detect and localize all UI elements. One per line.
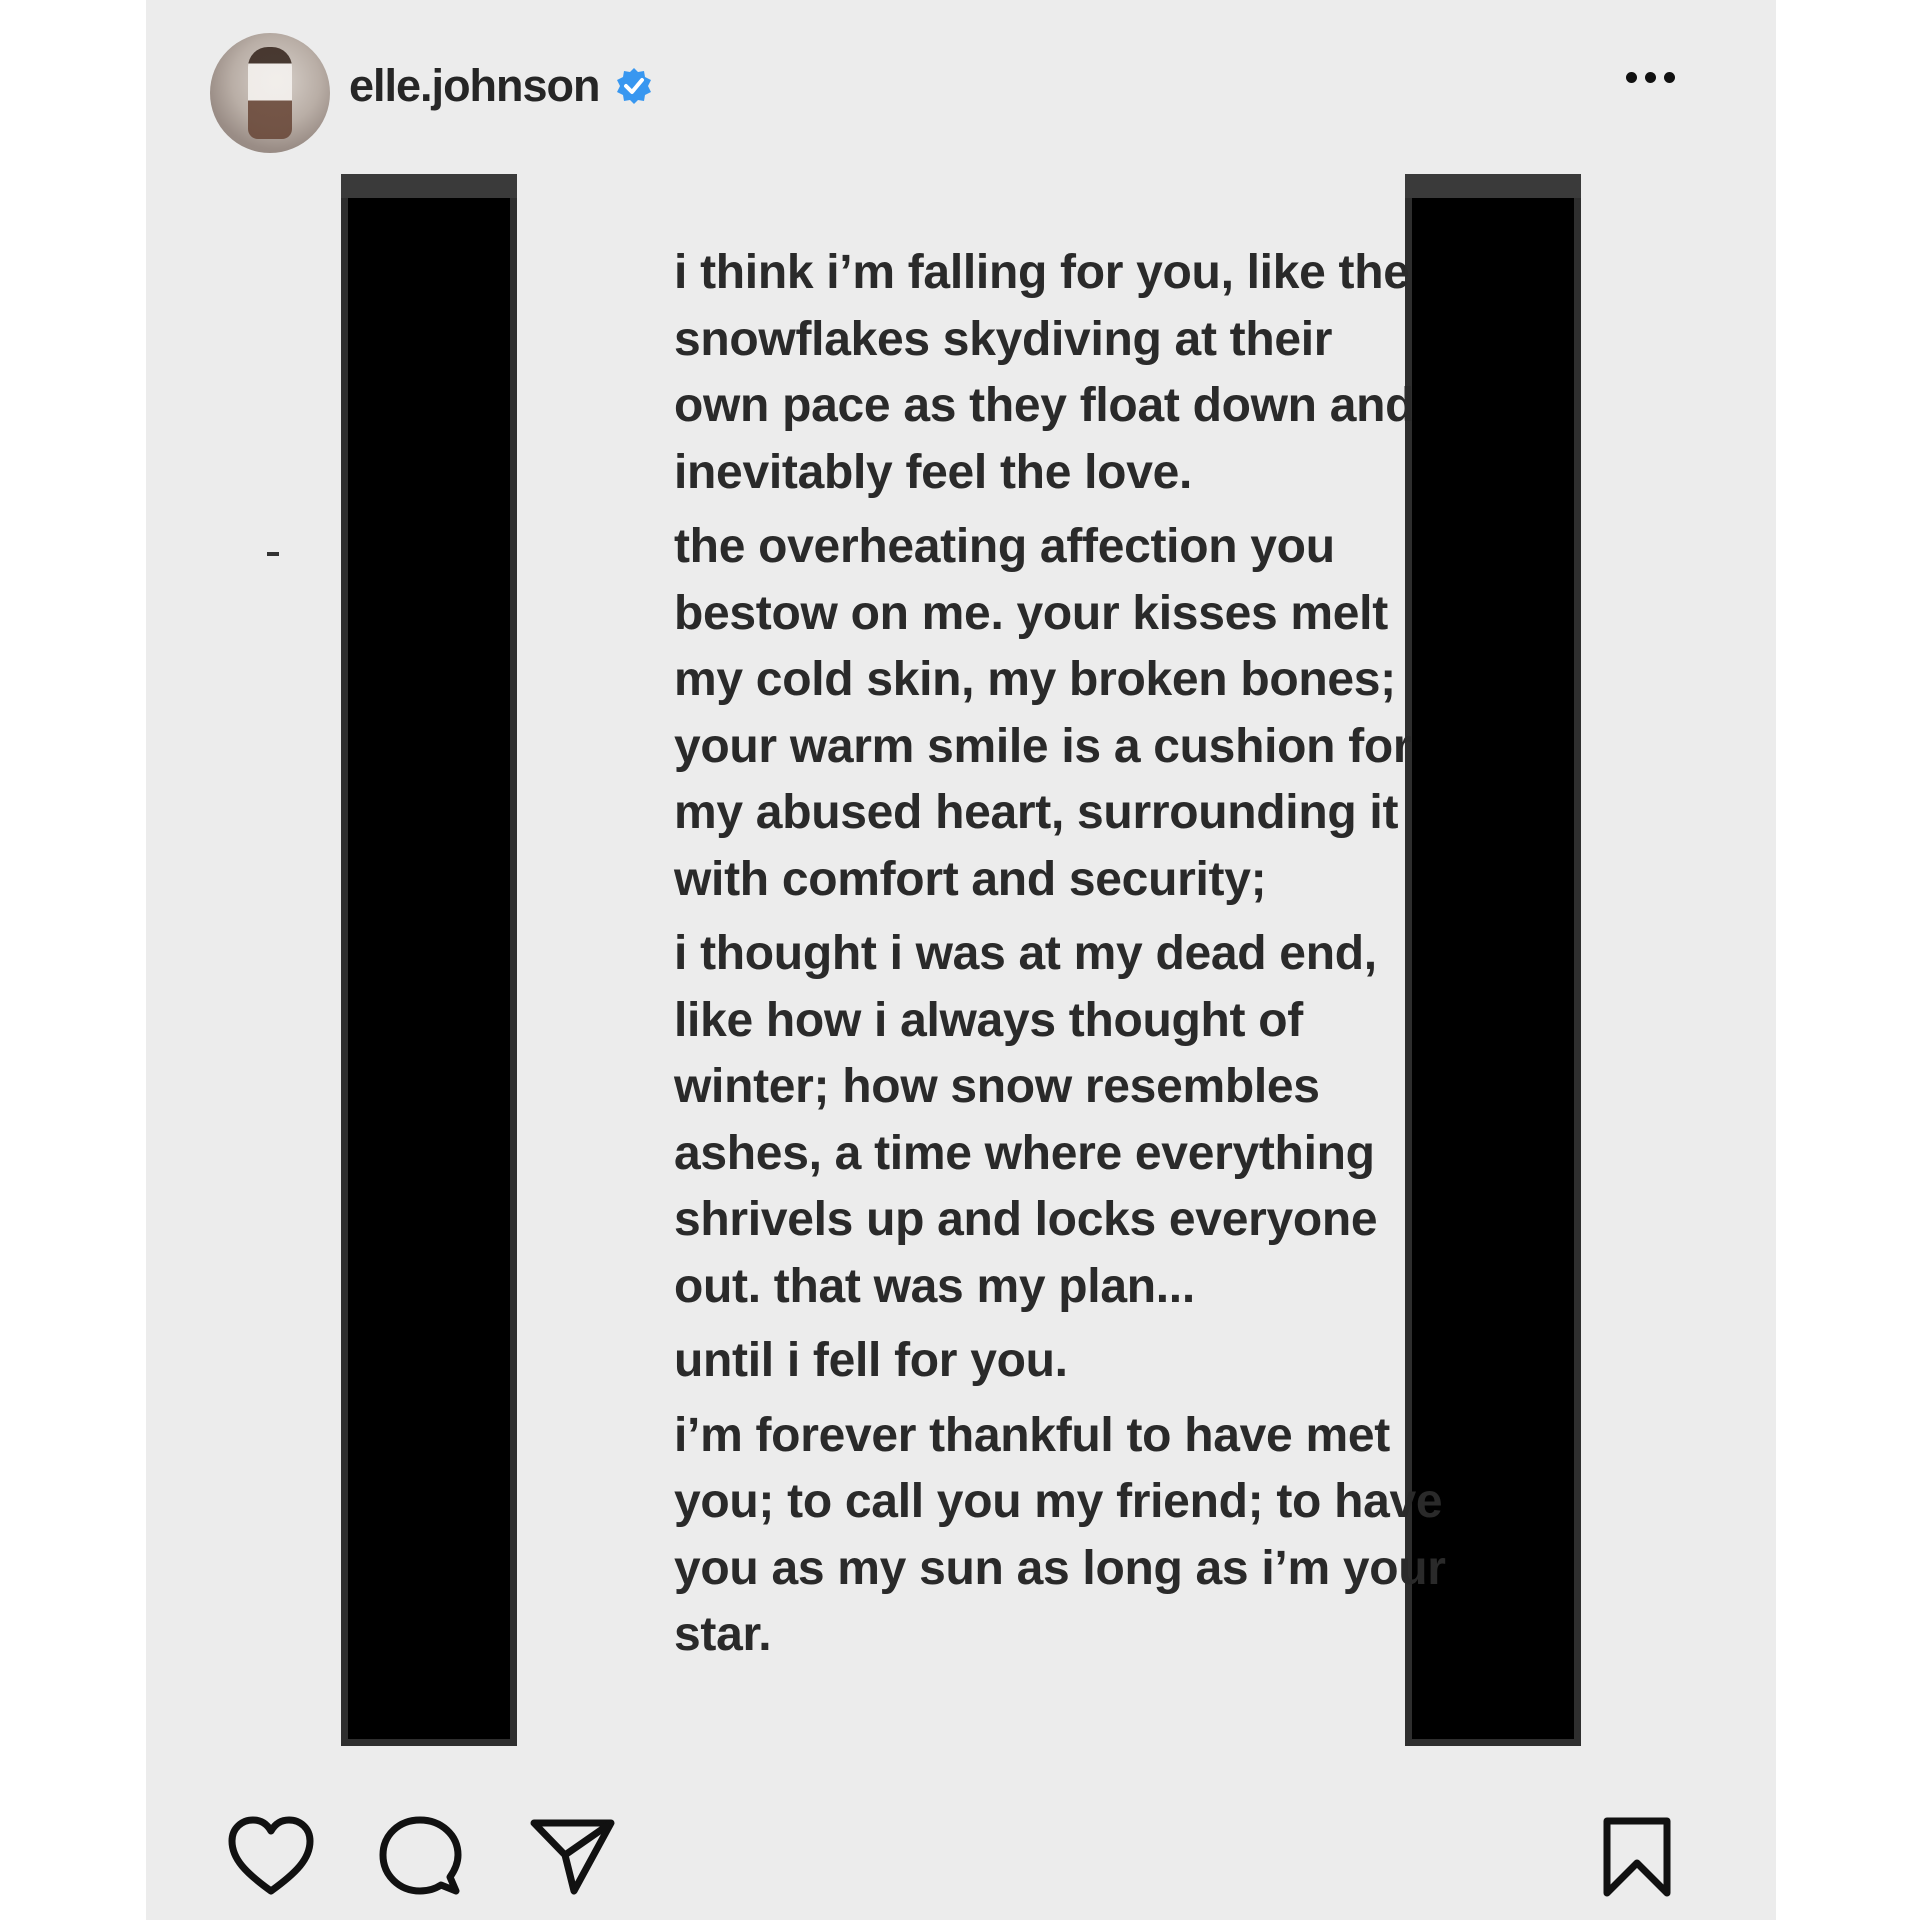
avatar[interactable] <box>210 33 330 153</box>
poem-line: the overheating affection you <box>674 520 1335 573</box>
poem-paragraph: i thought i was at my dead end, like how… <box>674 921 1404 1320</box>
left-black-bar <box>341 174 517 1746</box>
poem-paragraph: the overheating affection you bestow on … <box>674 514 1412 913</box>
comment-icon[interactable] <box>378 1815 462 1899</box>
poem-line: my cold skin, my broken bones; <box>674 653 1396 706</box>
poem-line: until i fell for you. <box>674 1334 1068 1387</box>
poem-line: inevitably feel the love. <box>674 445 1193 499</box>
poem-text: i think i’m falling for you, like the sn… <box>674 240 1446 1677</box>
poem-line: snowflakes skydiving at their <box>674 312 1333 366</box>
poem-line: like how i always thought of <box>674 993 1303 1047</box>
poem-line: i’m forever thankful to have met <box>674 1408 1390 1462</box>
poem-line: star. <box>674 1608 772 1661</box>
share-icon[interactable] <box>529 1815 617 1899</box>
post-card: elle.johnson i think i’m falling for you… <box>146 0 1776 1920</box>
poem-paragraph: i think i’m falling for you, like the sn… <box>674 240 1415 506</box>
poem-line: you as my sun as long as i’m your <box>674 1541 1446 1595</box>
poem-paragraph: i’m forever thankful to have met you; to… <box>674 1403 1446 1669</box>
username-link[interactable]: elle.johnson <box>349 60 601 112</box>
username-row: elle.johnson <box>349 60 654 112</box>
post-image[interactable]: i think i’m falling for you, like the sn… <box>341 174 1581 1746</box>
more-options-icon[interactable] <box>1626 72 1675 83</box>
post-header: elle.johnson <box>146 0 1776 170</box>
poem-line: winter; how snow resembles <box>674 1060 1320 1113</box>
poem-line: ashes, a time where everything <box>674 1126 1375 1180</box>
poem-line: out. that was my plan... <box>674 1259 1195 1313</box>
avatar-photo <box>248 47 292 139</box>
poem-line: own pace as they float down and <box>674 379 1415 432</box>
decorative-mark <box>267 552 279 556</box>
poem-line: my abused heart, surrounding it <box>674 786 1399 839</box>
verified-badge-icon <box>614 66 654 106</box>
poem-line: with comfort and security; <box>674 852 1267 906</box>
poem-line: bestow on me. your kisses melt <box>674 586 1388 640</box>
heart-icon[interactable] <box>226 1815 316 1899</box>
poem-line: i thought i was at my dead end, <box>674 927 1377 980</box>
poem-line: your warm smile is a cushion for <box>674 719 1412 773</box>
poem-line: shrivels up and locks everyone <box>674 1193 1378 1246</box>
bookmark-icon[interactable] <box>1599 1815 1675 1899</box>
poem-line: i think i’m falling for you, like the <box>674 246 1410 299</box>
action-bar <box>146 1800 1776 1910</box>
poem-line: you; to call you my friend; to have <box>674 1475 1443 1528</box>
poem-paragraph: until i fell for you. <box>674 1328 1404 1395</box>
